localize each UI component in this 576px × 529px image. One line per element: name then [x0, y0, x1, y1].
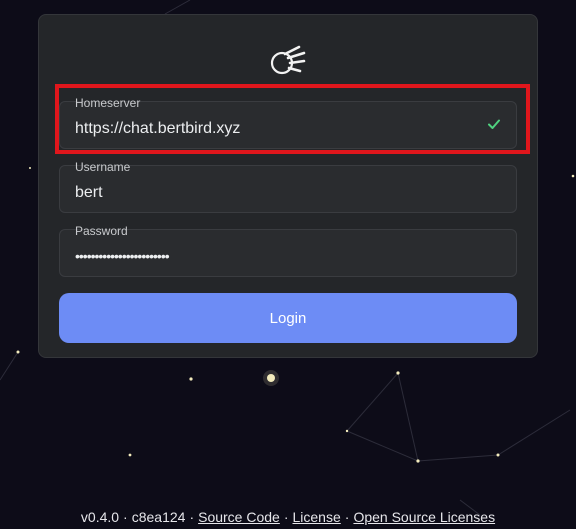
username-label: Username: [75, 160, 131, 174]
homeserver-input[interactable]: [75, 118, 475, 140]
comet-logo-icon: [270, 45, 306, 75]
username-input[interactable]: [75, 182, 475, 204]
homeserver-field: Homeserver: [59, 96, 517, 149]
footer-separator: ·: [189, 509, 195, 525]
version-text: v0.4.0: [80, 509, 120, 525]
username-field: Username: [59, 160, 517, 213]
footer-separator: ·: [283, 509, 289, 525]
license-link[interactable]: License: [293, 509, 341, 525]
commit-hash: c8ea124: [131, 509, 186, 525]
footer-separator: ·: [344, 509, 350, 525]
password-label: Password: [75, 224, 128, 238]
footer-separator: ·: [123, 509, 128, 525]
password-field: Password: [59, 224, 517, 277]
check-icon: [488, 119, 500, 129]
open-source-licenses-link[interactable]: Open Source Licenses: [353, 509, 495, 525]
footer: v0.4.0 · c8ea124 · Source Code · License · Open …: [0, 509, 576, 525]
password-input[interactable]: [75, 245, 475, 267]
login-button[interactable]: Login: [59, 293, 517, 343]
source-code-link[interactable]: Source Code: [198, 509, 280, 525]
homeserver-label: Homeserver: [75, 96, 141, 110]
